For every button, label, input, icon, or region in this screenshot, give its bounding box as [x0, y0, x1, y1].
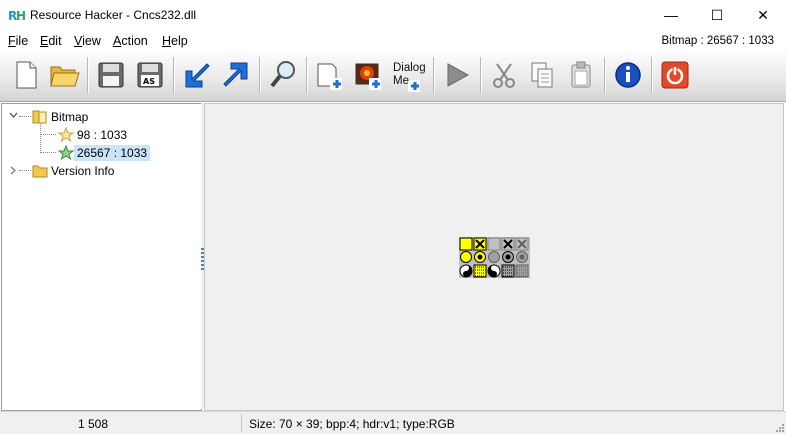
about-button[interactable]	[610, 56, 646, 94]
open-folder-icon	[50, 66, 80, 87]
menu-help[interactable]: Help	[162, 34, 188, 48]
toolbar: AS Dialog Me	[0, 51, 786, 102]
copy-icon	[531, 62, 553, 88]
toolbar-separator	[259, 57, 261, 93]
tree-connector	[40, 134, 56, 135]
bitmap-preview-panel	[204, 103, 784, 411]
save-as-button[interactable]: AS	[132, 56, 168, 94]
run-script-icon	[447, 63, 470, 87]
minimize-icon: —	[664, 7, 678, 23]
chevron-down-icon[interactable]	[9, 112, 18, 119]
tree-label: 98 : 1033	[77, 127, 128, 142]
add-image-resource-icon	[317, 63, 342, 90]
tree-connector	[40, 152, 56, 153]
star-selected-icon	[58, 145, 74, 160]
tree-item-98-1033[interactable]: 98 : 1033	[58, 126, 130, 143]
toolbar-separator	[87, 57, 89, 93]
paste-button[interactable]	[563, 56, 599, 94]
save-icon	[98, 62, 124, 88]
tree-item-bitmap[interactable]: Bitmap	[32, 108, 91, 125]
tree-label: 26567 : 1033	[74, 144, 151, 161]
save-as-icon: AS	[137, 62, 163, 88]
status-bitmap-info: Size: 70 × 39; bpp:4; hdr:v1; type:RGB	[249, 417, 455, 431]
compile-import-button[interactable]	[179, 56, 215, 94]
tree-item-version-info[interactable]: Version Info	[32, 162, 117, 179]
info-icon	[615, 62, 641, 88]
title-bar: R H Resource Hacker - Cncs232.dll — ☐ ✕	[0, 0, 786, 30]
status-divider	[241, 414, 242, 432]
toolbar-separator	[651, 57, 653, 93]
folder-open-icon	[32, 110, 47, 123]
svg-text:AS: AS	[143, 77, 155, 86]
new-button[interactable]	[8, 56, 44, 94]
copy-button[interactable]	[524, 56, 560, 94]
toolbar-separator	[306, 57, 308, 93]
resource-tree: Bitmap 98 : 1033 26567 : 1033 Version In…	[1, 103, 202, 411]
compile-import-icon	[185, 63, 210, 88]
menu-edit[interactable]: Edit	[40, 34, 62, 48]
export-icon	[223, 62, 248, 87]
toolbar-separator	[433, 57, 435, 93]
exit-icon	[661, 61, 689, 89]
resource-hacker-logo-icon: R H	[8, 7, 26, 23]
tree-item-26567-1033[interactable]: 26567 : 1033	[58, 144, 151, 161]
close-button[interactable]: ✕	[740, 0, 786, 30]
toolbar-separator	[604, 57, 606, 93]
add-bitmap-button[interactable]	[351, 56, 387, 94]
menu-action[interactable]: Action	[113, 34, 148, 48]
chevron-right-icon[interactable]	[10, 166, 17, 175]
maximize-icon: ☐	[710, 6, 724, 23]
status-count: 1 508	[78, 417, 109, 431]
tree-connector	[19, 116, 31, 117]
add-bitmap-icon	[355, 63, 381, 90]
svg-text:H: H	[16, 9, 26, 23]
tree-label: Bitmap	[51, 109, 89, 124]
current-resource-label: Bitmap : 26567 : 1033	[661, 35, 774, 47]
tree-connector	[40, 124, 41, 153]
new-file-icon	[16, 61, 37, 89]
paste-icon	[571, 61, 591, 88]
toolbar-separator	[173, 57, 175, 93]
menu-bar: File Edit View Action Help Bitmap : 2656…	[0, 31, 786, 50]
save-button[interactable]	[93, 56, 129, 94]
window-title: Resource Hacker - Cncs232.dll	[30, 8, 197, 22]
toolbar-separator	[480, 57, 482, 93]
menu-view[interactable]: View	[74, 34, 101, 48]
minimize-button[interactable]: —	[648, 0, 694, 30]
dialog-merger-label: Dialog Me	[393, 62, 426, 87]
status-bar: 1 508 Size: 70 × 39; bpp:4; hdr:v1; type…	[0, 411, 786, 434]
tree-label: Version Info	[51, 163, 115, 178]
menu-file[interactable]: File	[8, 34, 28, 48]
star-icon	[58, 127, 74, 142]
folder-icon	[32, 165, 48, 177]
bitmap-image	[459, 237, 530, 278]
cut-icon	[493, 63, 515, 88]
run-script-button[interactable]	[439, 56, 475, 94]
close-icon: ✕	[757, 6, 769, 23]
open-button[interactable]	[46, 56, 82, 94]
add-resource-button[interactable]	[312, 56, 348, 94]
export-button[interactable]	[218, 56, 254, 94]
exit-button[interactable]	[657, 56, 693, 94]
resize-grip-icon[interactable]	[774, 422, 784, 432]
maximize-button[interactable]: ☐	[694, 0, 740, 30]
cut-button[interactable]	[486, 56, 522, 94]
find-button[interactable]	[265, 56, 301, 94]
tree-connector	[19, 170, 31, 171]
find-icon	[270, 61, 295, 88]
